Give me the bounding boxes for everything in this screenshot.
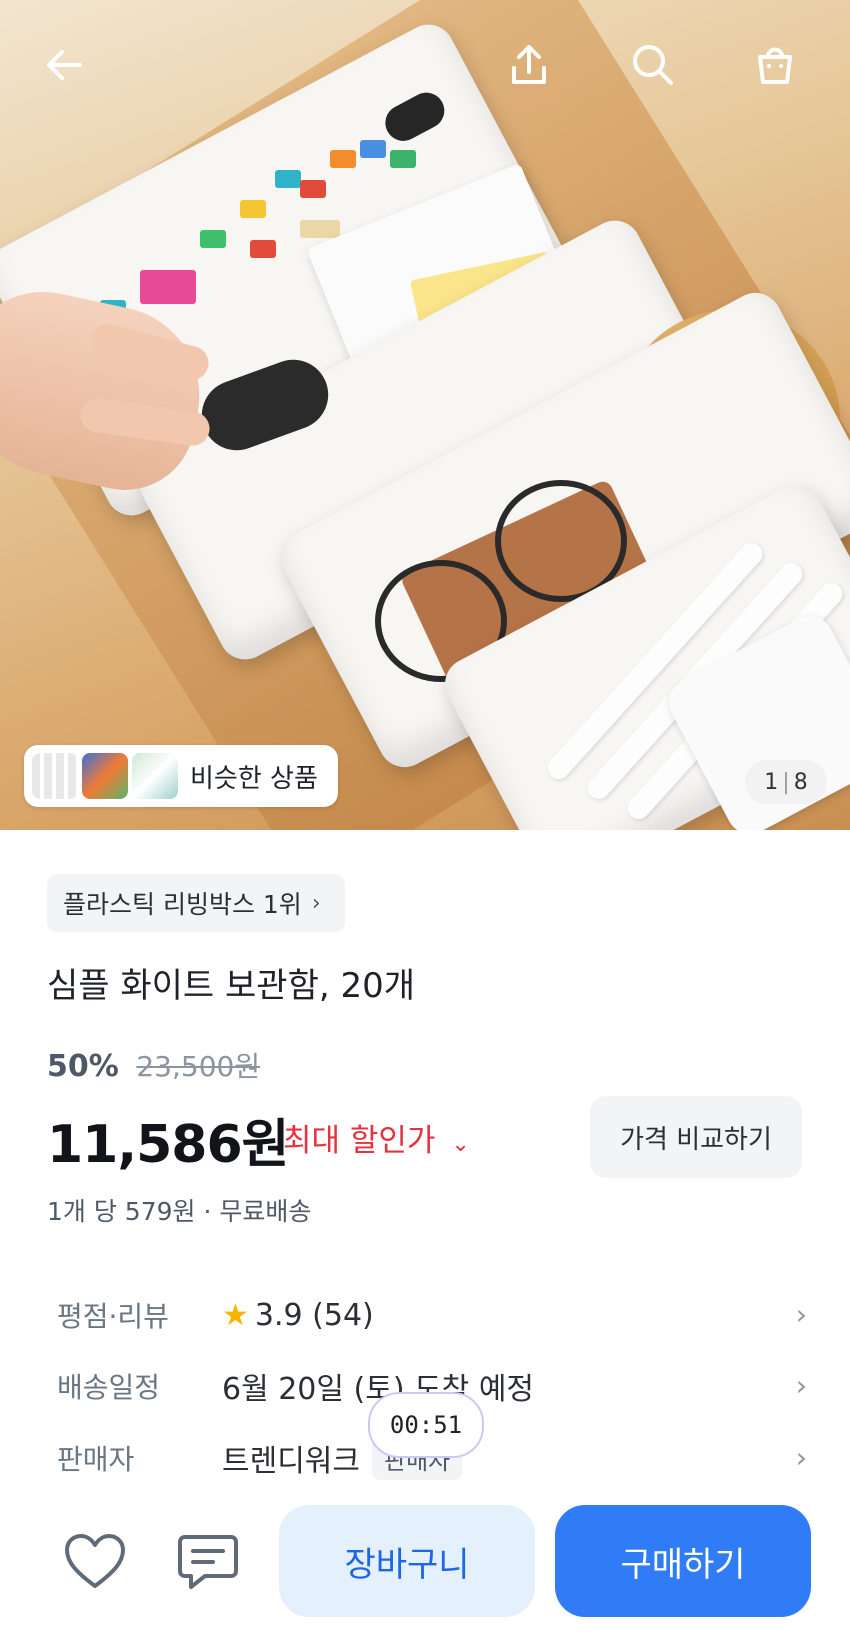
chevron-right-icon: ›: [795, 1369, 807, 1402]
rank-label: 플라스틱 리빙박스 1위: [63, 890, 302, 919]
brick-illustration: [275, 170, 301, 188]
original-price: 23,500원: [136, 1050, 261, 1083]
brick-illustration: [300, 180, 326, 198]
product-image[interactable]: [0, 0, 850, 830]
bin-handle-illustration: [379, 86, 451, 148]
discount-row: 50% 23,500원: [47, 1045, 260, 1085]
sale-price: 11,586원: [47, 1115, 290, 1175]
similar-product-thumbnail: [32, 753, 78, 799]
max-discount-label: 최대 할인가: [283, 1123, 436, 1159]
page-separator: |: [782, 769, 790, 795]
brick-illustration: [240, 200, 266, 218]
chevron-right-icon: ›: [795, 1441, 807, 1474]
brick-illustration: [200, 230, 226, 248]
share-icon: [512, 45, 546, 84]
cart-button[interactable]: [740, 30, 810, 100]
brick-illustration: [140, 270, 196, 304]
search-button[interactable]: [618, 30, 688, 100]
buy-now-button[interactable]: 구매하기: [555, 1505, 811, 1617]
chevron-down-icon: ⌄: [451, 1132, 470, 1157]
chevron-right-icon: ›: [795, 1298, 807, 1331]
similar-product-thumbnail: [82, 753, 128, 799]
total-pages: 8: [793, 769, 808, 795]
rating-key: 평점·리뷰: [57, 1300, 169, 1333]
delivery-key: 배송일정: [57, 1371, 161, 1404]
timer-overlay: 00:51: [368, 1392, 484, 1458]
rating-value: 3.9 (54): [254, 1297, 374, 1333]
seller-name: 트렌디워크: [222, 1444, 360, 1479]
brick-illustration: [330, 150, 356, 168]
search-icon: [633, 45, 673, 85]
seller-key: 판매자: [57, 1443, 135, 1476]
wishlist-button[interactable]: [55, 1527, 135, 1597]
chat-icon: [178, 1535, 238, 1589]
star-icon: ★: [222, 1297, 249, 1333]
add-to-cart-button[interactable]: 장바구니: [279, 1505, 535, 1617]
similar-product-thumbnail: [132, 753, 178, 799]
rating-review-row[interactable]: 평점·리뷰 ★ 3.9 (54) ›: [57, 1290, 807, 1340]
rating-value-wrap: ★ 3.9 (54): [222, 1298, 374, 1333]
back-button[interactable]: [30, 30, 100, 100]
share-button[interactable]: [494, 30, 564, 100]
brick-illustration: [390, 150, 416, 168]
compare-price-button[interactable]: 가격 비교하기: [590, 1096, 802, 1178]
chevron-right-icon: ›: [311, 890, 321, 916]
brick-illustration: [360, 140, 386, 158]
inquiry-button[interactable]: [168, 1527, 248, 1597]
brick-illustration: [250, 240, 276, 258]
current-page: 1: [764, 769, 779, 795]
category-rank-chip[interactable]: 플라스틱 리빙박스 1위 ›: [47, 874, 345, 932]
heart-icon: [65, 1534, 125, 1588]
unit-price-shipping: 1개 당 579원 · 무료배송: [47, 1197, 312, 1226]
similar-products-label: 비슷한 상품: [190, 763, 318, 794]
product-title: 심플 화이트 보관함, 20개: [47, 966, 416, 1006]
arrow-left-icon: [47, 50, 82, 80]
image-page-counter: 1 | 8: [745, 760, 827, 804]
similar-products-button[interactable]: 비슷한 상품: [24, 745, 338, 807]
shopping-bag-icon: [758, 47, 792, 84]
brick-illustration: [300, 220, 340, 238]
discount-percent: 50%: [47, 1049, 119, 1084]
max-discount-toggle[interactable]: 최대 할인가 ⌄: [283, 1115, 470, 1160]
